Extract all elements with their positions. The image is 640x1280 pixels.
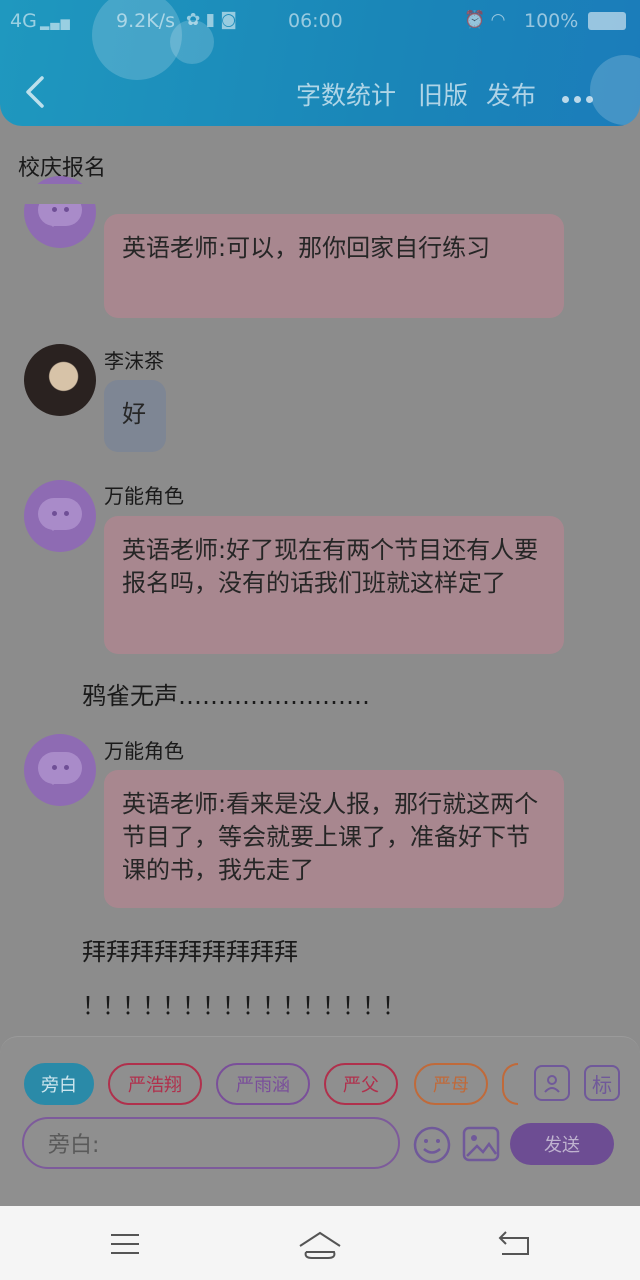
app-header: 4G ▂▄▆ 9.2K/s ✿ ▮ ◙ 06:00 ⏰ ◠ 100% 字数统计 … (0, 0, 640, 126)
speaker-name: 李沫茶 (104, 349, 164, 373)
message-bubble[interactable]: 英语老师:好了现在有两个节目还有人要报名吗，没有的话我们班就这样定了 (104, 516, 564, 654)
status-bar: 4G ▂▄▆ 9.2K/s ✿ ▮ ◙ 06:00 ⏰ ◠ 100% (0, 0, 640, 44)
clock: 06:00 (288, 10, 343, 32)
message-bubble[interactable]: 英语老师:看来是没人报，那行就这两个节目了，等会就要上课了，准备好下节课的书，我… (104, 770, 564, 908)
role-chip[interactable]: 严雨涵 (216, 1063, 310, 1105)
nav-bar: 字数统计 旧版 发布 (0, 60, 640, 124)
home-icon[interactable] (298, 1230, 342, 1260)
avatar-photo[interactable] (24, 344, 96, 416)
message-bubble[interactable]: 好 (104, 380, 166, 452)
narration-text[interactable]: ！！！！！！！！！！！！！！！！ (82, 986, 406, 1021)
word-count-button[interactable]: 字数统计 (296, 76, 396, 112)
menu-icon[interactable] (110, 1232, 140, 1256)
dialogue-input[interactable]: 旁白: (22, 1117, 400, 1169)
back-arrow-icon[interactable] (18, 72, 54, 112)
role-chip[interactable]: 严浩翔 (108, 1063, 202, 1105)
battery-text: 100% (524, 10, 579, 32)
character-icon[interactable] (534, 1065, 570, 1101)
narration-text[interactable]: 鸦雀无声…………………… (82, 676, 370, 711)
system-nav-bar (0, 1206, 640, 1280)
net-speed: 9.2K/s (116, 10, 175, 32)
avatar-universal-role[interactable] (24, 480, 96, 552)
role-chip-narrator[interactable]: 旁白 (24, 1063, 94, 1105)
network-indicator: 4G (10, 10, 37, 32)
old-version-button[interactable]: 旧版 (418, 76, 468, 112)
emoji-icon[interactable] (412, 1125, 452, 1165)
message-bubble[interactable]: 英语老师:可以，那你回家自行练习 (104, 214, 564, 318)
role-chip-overflow[interactable] (502, 1063, 518, 1105)
marker-icon[interactable]: 标 (584, 1065, 620, 1101)
notification-icons: ✿ ▮ ◙ (186, 10, 237, 30)
publish-button[interactable]: 发布 (486, 76, 536, 112)
image-icon[interactable] (462, 1125, 500, 1163)
alarm-wifi-icons: ⏰ ◠ (464, 10, 506, 30)
more-icon[interactable] (562, 88, 602, 103)
role-chip[interactable]: 严母 (414, 1063, 488, 1105)
battery-icon (588, 12, 626, 30)
speaker-name: 万能角色 (104, 739, 184, 763)
composer-panel: 旁白 严浩翔 严雨涵 严父 严母 标 旁白: 发送 (0, 1036, 640, 1206)
back-nav-icon[interactable] (498, 1230, 532, 1258)
narration-text[interactable]: 拜拜拜拜拜拜拜拜拜 (82, 932, 298, 967)
signal-icon: ▂▄▆ (40, 16, 71, 30)
send-button[interactable]: 发送 (510, 1123, 614, 1165)
speaker-name: 万能角色 (104, 484, 184, 508)
scroll-mask (0, 184, 640, 204)
avatar-universal-role[interactable] (24, 734, 96, 806)
role-chip[interactable]: 严父 (324, 1063, 398, 1105)
